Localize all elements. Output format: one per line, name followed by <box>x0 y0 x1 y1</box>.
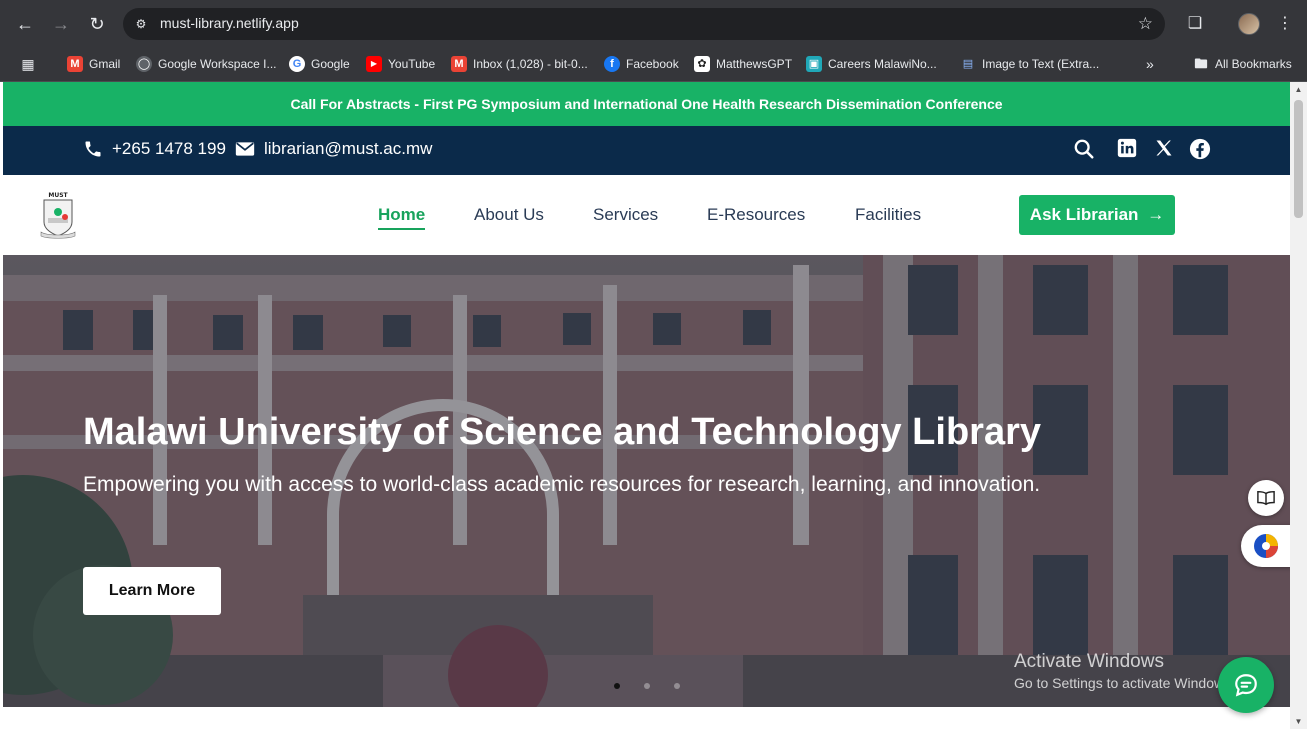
scrollbar-thumb[interactable] <box>1294 100 1303 218</box>
bookmark-facebook[interactable]: f Facebook <box>604 54 679 74</box>
nav-home[interactable]: Home <box>378 205 426 230</box>
email-address[interactable]: librarian@must.ac.mw <box>264 139 432 159</box>
chat-bubble-icon <box>1235 674 1257 697</box>
search-icon[interactable] <box>1073 138 1095 160</box>
accessibility-widget-button[interactable] <box>1241 525 1290 567</box>
hero-title: Malawi University of Science and Technol… <box>83 411 1041 453</box>
bookmarks-bar: ▦ M Gmail ◯ Google Workspace I... G Google … <box>0 46 1307 82</box>
image-to-text-icon: ▤ <box>962 58 974 70</box>
learn-more-button[interactable]: Learn More <box>83 567 221 615</box>
hero-subtitle: Empowering you with access to world-clas… <box>83 473 1041 496</box>
profile-avatar[interactable] <box>1238 13 1260 35</box>
color-wheel-icon <box>1254 534 1278 558</box>
gmail-icon: M <box>451 56 467 72</box>
chat-support-button[interactable] <box>1218 657 1274 713</box>
facebook-icon: f <box>604 56 620 72</box>
arrow-right-icon: → <box>1147 205 1165 224</box>
browser-toolbar: ← → ↻ ⚙ must-library.netlify.app ☆ ❏ ⋮ <box>0 0 1307 46</box>
email-contact[interactable]: librarian@must.ac.mw <box>235 139 432 159</box>
bookmark-image-to-text[interactable]: ▤ Image to Text (Extra... <box>960 54 1099 74</box>
forward-icon[interactable]: → <box>49 12 73 36</box>
youtube-icon: ▶ <box>366 56 382 72</box>
gmail-icon: M <box>67 56 83 72</box>
x-twitter-icon[interactable] <box>1154 138 1176 160</box>
address-bar[interactable]: ⚙ must-library.netlify.app ☆ <box>123 8 1165 40</box>
menu-kebab-icon[interactable]: ⋮ <box>1274 13 1296 35</box>
scroll-up-icon[interactable]: ▲ <box>1294 85 1303 94</box>
open-book-icon[interactable] <box>1248 480 1284 516</box>
bookmark-google-workspace[interactable]: ◯ Google Workspace I... <box>136 54 277 74</box>
announcement-banner[interactable]: Call For Abstracts - First PG Symposium … <box>3 82 1290 126</box>
slide-dot-1[interactable] <box>614 683 620 689</box>
page-scrollbar[interactable]: ▲ ▼ <box>1290 82 1307 729</box>
announcement-text[interactable]: Call For Abstracts - First PG Symposium … <box>290 96 1002 112</box>
ask-librarian-button[interactable]: Ask Librarian → <box>1019 195 1175 235</box>
apps-grid-icon[interactable]: ▦ <box>20 54 42 74</box>
page-viewport: Call For Abstracts - First PG Symposium … <box>3 82 1290 729</box>
svg-text:MUST: MUST <box>48 192 68 199</box>
bookmark-matthewsgpt[interactable]: ✿ MatthewsGPT <box>694 54 792 74</box>
linkedin-icon[interactable] <box>1117 138 1139 160</box>
more-bookmarks-icon[interactable]: » <box>1146 54 1154 74</box>
url-text[interactable]: must-library.netlify.app <box>160 15 299 31</box>
site-info-icon[interactable]: ⚙ <box>133 16 149 32</box>
activate-windows-title: Activate Windows <box>1014 651 1164 672</box>
nav-facilities[interactable]: Facilities <box>855 205 921 225</box>
folder-icon: 🖿 <box>1194 56 1208 71</box>
google-workspace-icon: ◯ <box>136 56 152 72</box>
ask-librarian-label: Ask Librarian <box>1029 205 1139 224</box>
slide-dot-3[interactable] <box>674 683 680 689</box>
contact-bar: +265 1478 199 librarian@must.ac.mw <box>3 126 1290 175</box>
chatgpt-icon: ✿ <box>694 56 710 72</box>
all-bookmarks-button[interactable]: 🖿 All Bookmarks <box>1193 54 1291 74</box>
slide-dot-2[interactable] <box>644 683 650 689</box>
must-logo[interactable]: MUST <box>39 190 77 240</box>
reload-icon[interactable]: ↻ <box>85 12 109 36</box>
bookmark-gmail[interactable]: M Gmail <box>67 54 120 74</box>
nav-services[interactable]: Services <box>593 205 658 225</box>
google-icon: G <box>289 56 305 72</box>
careers-icon: ▣ <box>806 56 822 72</box>
envelope-icon <box>235 142 255 156</box>
phone-number[interactable]: +265 1478 199 <box>112 139 226 159</box>
phone-contact[interactable]: +265 1478 199 <box>83 139 226 159</box>
bookmark-google[interactable]: G Google <box>289 54 350 74</box>
phone-icon <box>85 141 101 157</box>
main-navbar: MUST Home About Us Services E-Resources … <box>3 175 1290 255</box>
activate-windows-subtitle: Go to Settings to activate Windows. <box>1014 675 1235 691</box>
extensions-icon[interactable]: ❏ <box>1184 13 1206 35</box>
bookmark-inbox[interactable]: M Inbox (1,028) - bit-0... <box>451 54 588 74</box>
facebook-icon[interactable] <box>1189 138 1211 160</box>
bookmark-careers[interactable]: ▣ Careers MalawiNo... <box>806 54 937 74</box>
bookmark-star-icon[interactable]: ☆ <box>1138 14 1153 34</box>
scroll-down-icon[interactable]: ▼ <box>1294 717 1303 726</box>
back-icon[interactable]: ← <box>13 12 37 36</box>
nav-about-us[interactable]: About Us <box>474 205 544 225</box>
nav-e-resources[interactable]: E-Resources <box>707 205 805 225</box>
bookmark-youtube[interactable]: ▶ YouTube <box>366 54 435 74</box>
hero-slider: Malawi University of Science and Technol… <box>3 255 1290 707</box>
